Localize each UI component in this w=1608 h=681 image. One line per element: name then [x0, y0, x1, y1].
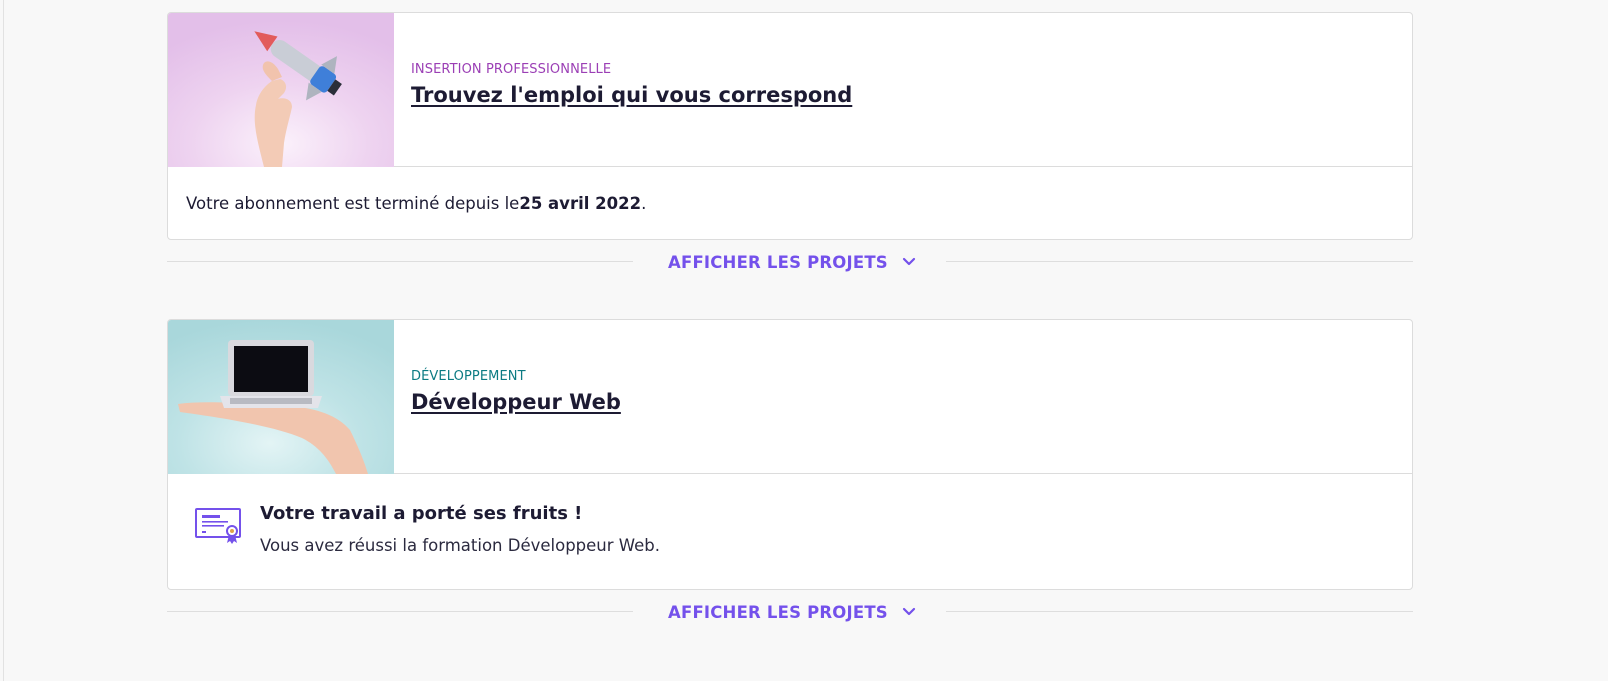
- show-projects-label: AFFICHER LES PROJETS: [668, 602, 888, 622]
- subscription-status: Votre abonnement est terminé depuis le 2…: [168, 167, 1412, 239]
- course-card-header: DÉVELOPPEMENT Développeur Web: [168, 320, 1412, 474]
- certificate-icon: [195, 508, 241, 544]
- certificate-status: Votre travail a porté ses fruits ! Vous …: [168, 474, 1412, 589]
- page-left-border: [3, 0, 4, 681]
- rocket-in-hand-illustration: [168, 13, 394, 167]
- certificate-description: Vous avez réussi la formation Développeu…: [260, 536, 661, 555]
- course-card-insertion: INSERTION PROFESSIONNELLE Trouvez l'empl…: [167, 12, 1413, 240]
- show-projects-button[interactable]: AFFICHER LES PROJETS: [668, 600, 916, 624]
- course-card-web-dev: DÉVELOPPEMENT Développeur Web Votre trav…: [167, 319, 1413, 590]
- chevron-down-icon: [902, 257, 915, 266]
- course-category: DÉVELOPPEMENT: [411, 369, 526, 384]
- course-card-header: INSERTION PROFESSIONNELLE Trouvez l'empl…: [168, 13, 1412, 167]
- course-category: INSERTION PROFESSIONNELLE: [411, 62, 612, 77]
- course-title-link[interactable]: Développeur Web: [411, 390, 621, 414]
- laptop-in-hand-illustration: [168, 320, 394, 474]
- certificate-texts: Votre travail a porté ses fruits ! Vous …: [260, 503, 661, 555]
- show-projects-row: AFFICHER LES PROJETS: [167, 250, 1413, 274]
- divider-line-right: [946, 611, 1413, 612]
- course-titles: INSERTION PROFESSIONNELLE Trouvez l'empl…: [394, 13, 852, 166]
- show-projects-button[interactable]: AFFICHER LES PROJETS: [668, 250, 916, 274]
- status-date: 25 avril 2022: [519, 193, 642, 213]
- course-titles: DÉVELOPPEMENT Développeur Web: [394, 320, 621, 473]
- chevron-down-icon: [902, 607, 915, 616]
- divider-line-right: [946, 261, 1413, 262]
- certificate-title: Votre travail a porté ses fruits !: [260, 503, 583, 524]
- divider-line-left: [167, 261, 633, 262]
- status-text-suffix: .: [641, 193, 647, 213]
- show-projects-label: AFFICHER LES PROJETS: [668, 252, 888, 272]
- course-title-link[interactable]: Trouvez l'emploi qui vous correspond: [411, 83, 852, 107]
- divider-line-left: [167, 611, 633, 612]
- show-projects-row: AFFICHER LES PROJETS: [167, 600, 1413, 624]
- status-text-prefix: Votre abonnement est terminé depuis le: [186, 193, 520, 213]
